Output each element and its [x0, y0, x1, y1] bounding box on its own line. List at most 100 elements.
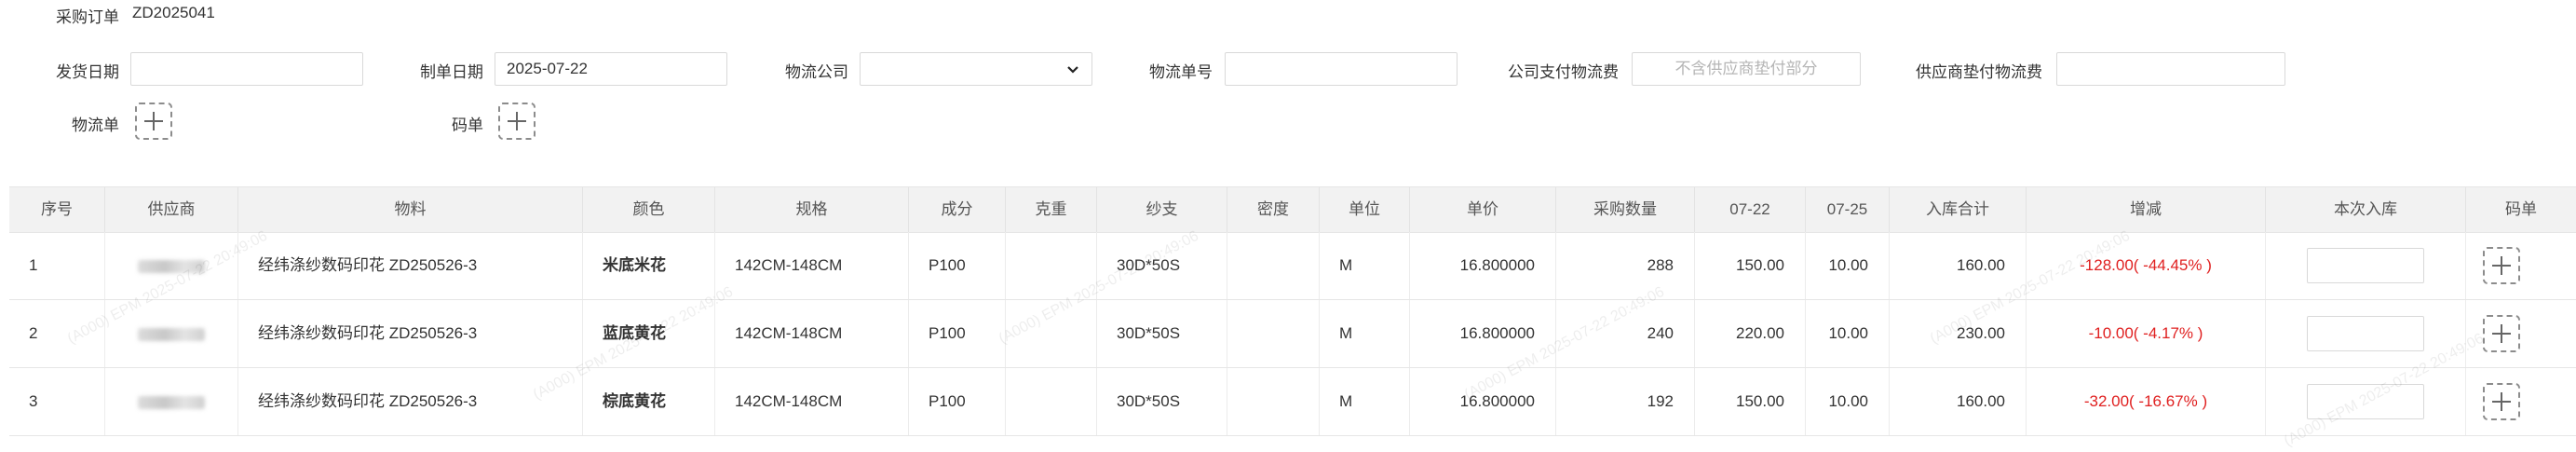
- cell-code-doc: [2466, 300, 2576, 367]
- cell-this-in: [2266, 300, 2466, 367]
- cell-composition: P100: [909, 368, 1006, 435]
- this-in-input[interactable]: [2307, 248, 2424, 283]
- col-header-total-in: 入库合计: [1890, 187, 2027, 232]
- col-header-weight: 克重: [1006, 187, 1097, 232]
- cell-yarn: 30D*50S: [1097, 232, 1227, 299]
- company-fee-label: 公司支付物流费: [1508, 63, 1619, 81]
- cell-composition: P100: [909, 232, 1006, 299]
- this-in-input[interactable]: [2307, 384, 2424, 419]
- cell-density: [1227, 368, 1320, 435]
- code-doc-label: 码单: [452, 116, 483, 134]
- row-code-doc-upload-button[interactable]: [2483, 383, 2520, 420]
- cell-spec: 142CM-148CM: [715, 232, 909, 299]
- cell-yarn: 30D*50S: [1097, 300, 1227, 367]
- plus-icon: [144, 112, 163, 130]
- cell-date-0722: 150.00: [1695, 232, 1806, 299]
- col-header-date-0725: 07-25: [1806, 187, 1890, 232]
- cell-price: 16.800000: [1410, 300, 1556, 367]
- cell-this-in: [2266, 232, 2466, 299]
- cell-material: 经纬涤纱数码印花 ZD250526-3: [238, 368, 583, 435]
- cell-composition: P100: [909, 300, 1006, 367]
- cell-purchase-qty: 288: [1556, 232, 1695, 299]
- code-doc-upload-button[interactable]: [498, 103, 536, 140]
- table-row: 3 经纬涤纱数码印花 ZD250526-3 棕底黄花 142CM-148CM P…: [9, 368, 2576, 436]
- col-header-spec: 规格: [715, 187, 909, 232]
- cell-weight: [1006, 232, 1097, 299]
- cell-date-0725: 10.00: [1806, 232, 1890, 299]
- cell-date-0722: 220.00: [1695, 300, 1806, 367]
- cell-unit: M: [1320, 232, 1410, 299]
- logistics-company-label: 物流公司: [785, 63, 848, 81]
- col-header-diff: 增减: [2027, 187, 2266, 232]
- cell-total-in: 160.00: [1890, 368, 2027, 435]
- logistics-company-select[interactable]: [860, 52, 1092, 86]
- order-number: ZD2025041: [132, 4, 215, 21]
- cell-supplier: [105, 232, 238, 299]
- cell-code-doc: [2466, 232, 2576, 299]
- row-code-doc-upload-button[interactable]: [2483, 315, 2520, 352]
- company-fee-input[interactable]: [1632, 52, 1861, 86]
- col-header-color: 颜色: [583, 187, 715, 232]
- cell-code-doc: [2466, 368, 2576, 435]
- cell-supplier: [105, 368, 238, 435]
- cell-color: 棕底黄花: [583, 368, 715, 435]
- col-header-unit: 单位: [1320, 187, 1410, 232]
- cell-date-0725: 10.00: [1806, 368, 1890, 435]
- col-header-density: 密度: [1227, 187, 1320, 232]
- table-header: 序号 供应商 物料 颜色 规格 成分 克重 纱支 密度 单位 单价 采购数量 0…: [9, 186, 2576, 233]
- col-header-purchase-qty: 采购数量: [1556, 187, 1695, 232]
- col-header-code-doc: 码单: [2505, 200, 2537, 218]
- plus-icon: [508, 112, 526, 130]
- table-row: 2 经纬涤纱数码印花 ZD250526-3 蓝底黄花 142CM-148CM P…: [9, 300, 2576, 368]
- supplier-fee-input[interactable]: [2056, 52, 2285, 86]
- order-label: 采购订单: [56, 8, 119, 26]
- cell-color: 米底米花: [583, 232, 715, 299]
- col-header-composition: 成分: [909, 187, 1006, 232]
- cell-unit: M: [1320, 368, 1410, 435]
- col-header-price: 单价: [1410, 187, 1556, 232]
- logistics-doc-label: 物流单: [72, 116, 119, 134]
- cell-purchase-qty: 240: [1556, 300, 1695, 367]
- cell-material: 经纬涤纱数码印花 ZD250526-3: [238, 300, 583, 367]
- logistics-no-label: 物流单号: [1149, 63, 1213, 81]
- cell-spec: 142CM-148CM: [715, 368, 909, 435]
- supplier-redacted: [138, 395, 205, 409]
- ship-date-input[interactable]: [130, 52, 363, 86]
- supplier-redacted: [138, 327, 205, 341]
- chevron-down-icon: [1067, 66, 1078, 74]
- logistics-no-input[interactable]: [1225, 52, 1457, 86]
- made-date-input[interactable]: [495, 52, 727, 86]
- cell-price: 16.800000: [1410, 232, 1556, 299]
- cell-this-in: [2266, 368, 2466, 435]
- cell-total-in: 230.00: [1890, 300, 2027, 367]
- made-date-label: 制单日期: [420, 63, 483, 81]
- cell-spec: 142CM-148CM: [715, 300, 909, 367]
- logistics-doc-upload-button[interactable]: [135, 103, 172, 140]
- col-header-yarn: 纱支: [1097, 187, 1227, 232]
- cell-density: [1227, 232, 1320, 299]
- cell-no: 1: [9, 232, 105, 299]
- col-header-no: 序号: [9, 187, 105, 232]
- cell-date-0722: 150.00: [1695, 368, 1806, 435]
- col-header-this-in: 本次入库: [2266, 187, 2466, 232]
- this-in-input[interactable]: [2307, 316, 2424, 351]
- table-row: 1 经纬涤纱数码印花 ZD250526-3 米底米花 142CM-148CM P…: [9, 232, 2576, 300]
- cell-unit: M: [1320, 300, 1410, 367]
- col-header-supplier: 供应商: [105, 187, 238, 232]
- col-header-material: 物料: [238, 187, 583, 232]
- cell-date-0725: 10.00: [1806, 300, 1890, 367]
- cell-supplier: [105, 300, 238, 367]
- supplier-fee-label: 供应商垫付物流费: [1916, 63, 2042, 81]
- supplier-redacted: [138, 259, 205, 273]
- col-header-date-0722: 07-22: [1695, 187, 1806, 232]
- cell-material: 经纬涤纱数码印花 ZD250526-3: [238, 232, 583, 299]
- cell-total-in: 160.00: [1890, 232, 2027, 299]
- cell-weight: [1006, 300, 1097, 367]
- plus-icon: [2492, 256, 2511, 275]
- row-code-doc-upload-button[interactable]: [2483, 247, 2520, 284]
- cell-diff: -32.00( -16.67% ): [2027, 368, 2266, 435]
- cell-purchase-qty: 192: [1556, 368, 1695, 435]
- cell-color: 蓝底黄花: [583, 300, 715, 367]
- ship-date-label: 发货日期: [56, 63, 119, 81]
- plus-icon: [2492, 392, 2511, 411]
